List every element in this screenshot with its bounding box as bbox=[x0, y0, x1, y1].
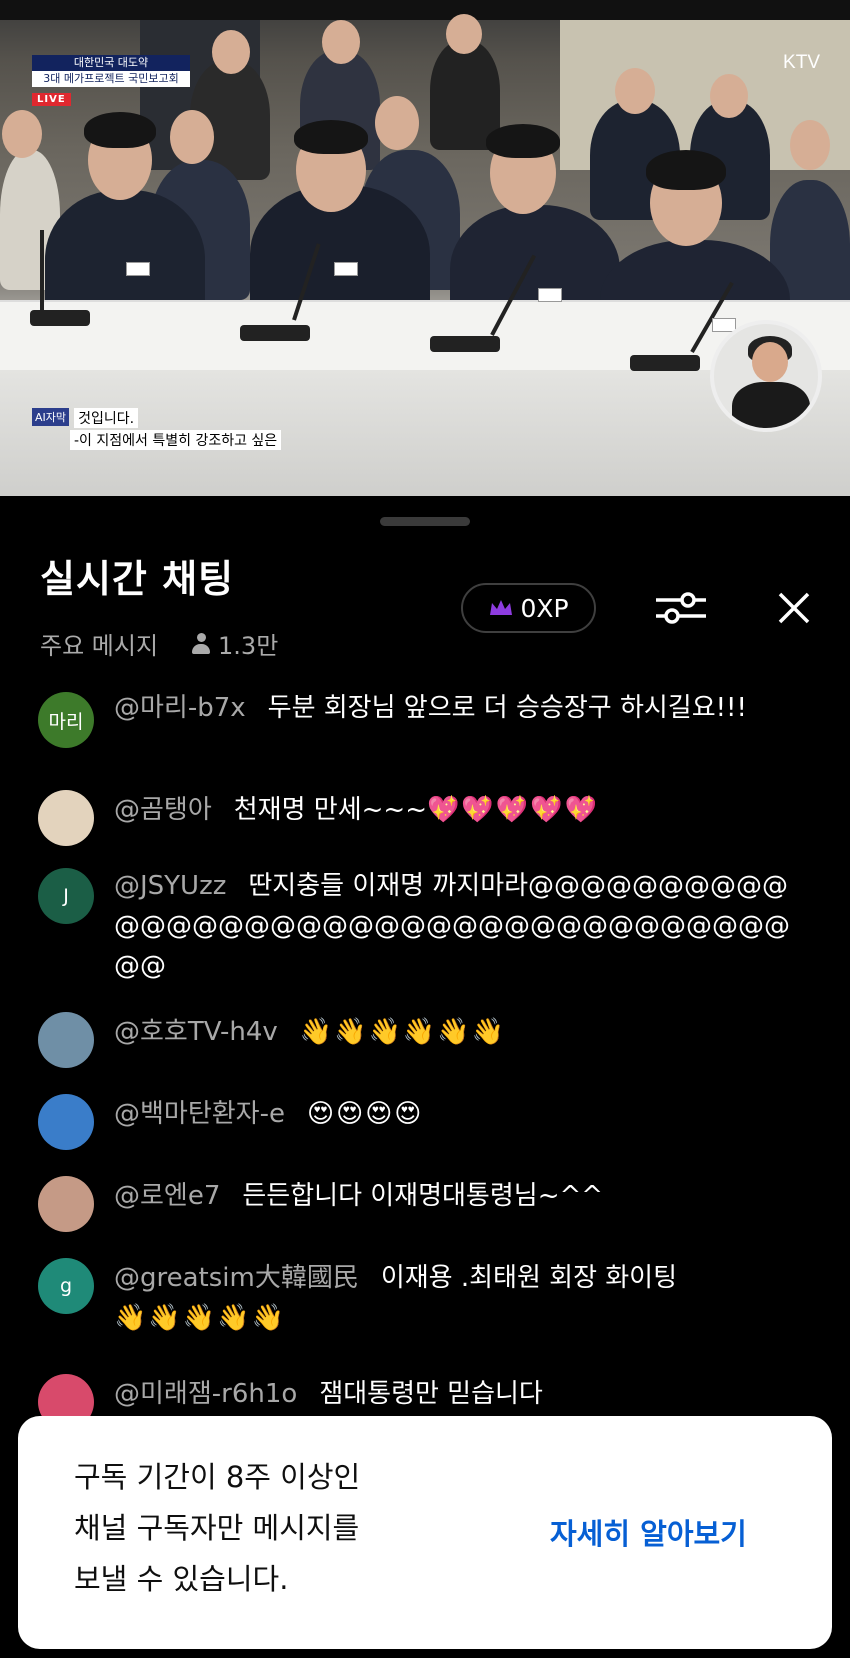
message-text: 천재명 만세~~~ bbox=[233, 795, 427, 825]
ai-caption-line1: 것입니다. bbox=[74, 408, 139, 428]
person-second-row-head bbox=[790, 120, 830, 170]
interpreter-head bbox=[752, 342, 788, 382]
viewer-count: 1.3만 bbox=[192, 626, 278, 661]
message-emojis: 😍😍😍😍 bbox=[306, 1099, 424, 1129]
notice-text: 구독 기간이 8주 이상인 채널 구독자만 메시지를 보낼 수 있습니다. bbox=[74, 1452, 360, 1605]
microphone-base bbox=[240, 325, 310, 341]
message-author[interactable]: @백마탄환자-e bbox=[114, 1099, 285, 1129]
avatar[interactable]: g bbox=[38, 1258, 94, 1314]
person-front-1-hair bbox=[84, 112, 156, 148]
person-second-row-head bbox=[375, 96, 419, 150]
interpreter-body bbox=[732, 382, 810, 428]
notice-line2: 채널 구독자만 메시지를 bbox=[74, 1511, 360, 1545]
status-strip bbox=[0, 0, 850, 20]
message-author[interactable]: @greatsim大韓國民 bbox=[114, 1263, 359, 1293]
message-body: @greatsim大韓國民 이재용 .최태원 회장 화이팅 👋👋👋👋👋 bbox=[114, 1258, 790, 1338]
avatar-initials: J bbox=[63, 885, 69, 907]
message-text: 잼대통령만 믿습니다 bbox=[319, 1379, 543, 1409]
message-emojis: 👋👋👋👋👋 bbox=[114, 1303, 286, 1333]
message-body: @로엔e7 든든합니다 이재명대통령님~^^ bbox=[114, 1176, 790, 1216]
nameplate bbox=[126, 262, 150, 276]
avatar[interactable]: J bbox=[38, 868, 94, 924]
message-author[interactable]: @JSYUzz bbox=[114, 871, 226, 901]
avatar-initials: 마리 bbox=[48, 710, 84, 733]
person-icon bbox=[192, 632, 211, 655]
message-body: @호호TV-h4v 👋👋👋👋👋👋 bbox=[114, 1012, 790, 1052]
message-author[interactable]: @로엔e7 bbox=[114, 1181, 220, 1211]
person-back-head bbox=[710, 74, 748, 118]
subscriber-only-notice: 구독 기간이 8주 이상인 채널 구독자만 메시지를 보낼 수 있습니다. 자세… bbox=[18, 1416, 832, 1649]
nameplate bbox=[334, 262, 358, 276]
ai-caption-tag: AI자막 bbox=[32, 408, 70, 426]
microphone-base bbox=[30, 310, 90, 326]
xp-label: 0XP bbox=[520, 593, 569, 623]
person-second-row-head bbox=[170, 110, 214, 164]
person-left-head bbox=[2, 110, 42, 158]
person-back-head bbox=[446, 14, 482, 54]
broadcast-title-box: 대한민국 대도약 3대 메가프로젝트 국민보고회 LIVE bbox=[32, 55, 190, 106]
video-player[interactable]: 대한민국 대도약 3대 메가프로젝트 국민보고회 LIVE KTV AI자막 것… bbox=[0, 0, 850, 496]
message-text: 이재용 .최태원 회장 화이팅 bbox=[380, 1263, 678, 1293]
message-author[interactable]: @곰탱아 bbox=[114, 795, 212, 825]
person-back-head bbox=[212, 30, 250, 74]
close-icon[interactable] bbox=[776, 590, 812, 626]
nameplate bbox=[538, 288, 562, 302]
learn-more-link[interactable]: 자세히 알아보기 bbox=[550, 1511, 747, 1553]
channel-logo: KTV bbox=[783, 52, 820, 73]
microphone-base bbox=[630, 355, 700, 371]
xp-button[interactable]: 0XP bbox=[461, 583, 596, 633]
person-front-4-hair bbox=[646, 150, 726, 190]
ai-caption: AI자막 것입니다. -이 지점에서 특별히 강조하고 싶은 bbox=[32, 408, 282, 450]
message-emojis: 👋👋👋👋👋👋 bbox=[299, 1017, 507, 1047]
crown-icon bbox=[490, 600, 513, 615]
message-text: 두분 회장님 앞으로 더 승승장구 하시길요!!! bbox=[267, 693, 747, 723]
broadcast-title-line2: 3대 메가프로젝트 국민보고회 bbox=[32, 71, 190, 87]
message-body: @미래잼-r6h1o 잼대통령만 믿습니다 bbox=[114, 1374, 790, 1414]
person-front-3-hair bbox=[486, 124, 560, 158]
message-body: @JSYUzz 딴지충들 이재명 까지마라@@@@@@@@@@@@@@@@@@@@… bbox=[114, 866, 790, 986]
sliders-icon[interactable] bbox=[654, 588, 708, 628]
sign-language-interpreter bbox=[710, 320, 822, 432]
chat-mode-selector[interactable]: 주요 메시지 bbox=[40, 626, 158, 661]
message-text: 든든합니다 이재명대통령님~^^ bbox=[242, 1181, 604, 1211]
chat-mode-row: 주요 메시지 1.3만 bbox=[40, 626, 278, 661]
avatar[interactable] bbox=[38, 1176, 94, 1232]
message-author[interactable]: @미래잼-r6h1o bbox=[114, 1379, 297, 1409]
microphone bbox=[40, 230, 44, 310]
person-front-2-hair bbox=[294, 120, 368, 154]
message-emojis: 💖💖💖💖💖 bbox=[427, 795, 599, 825]
avatar[interactable] bbox=[38, 1094, 94, 1150]
notice-line1: 구독 기간이 8주 이상인 bbox=[74, 1460, 361, 1494]
viewer-count-value: 1.3만 bbox=[218, 632, 279, 660]
notice-line3: 보낼 수 있습니다. bbox=[74, 1562, 289, 1596]
avatar[interactable]: 마리 bbox=[38, 692, 94, 748]
avatar[interactable] bbox=[38, 1012, 94, 1068]
live-badge: LIVE bbox=[32, 93, 71, 106]
avatar-initials: g bbox=[59, 1275, 73, 1297]
person-back-head bbox=[322, 20, 360, 64]
message-body: @마리-b7x 두분 회장님 앞으로 더 승승장구 하시길요!!! bbox=[114, 688, 790, 728]
message-author[interactable]: @마리-b7x bbox=[114, 693, 246, 723]
avatar[interactable] bbox=[38, 790, 94, 846]
person-back-head bbox=[615, 68, 655, 114]
message-body: @곰탱아 천재명 만세~~~💖💖💖💖💖 bbox=[114, 790, 790, 830]
message-author[interactable]: @호호TV-h4v bbox=[114, 1017, 278, 1047]
chat-title: 실시간 채팅 bbox=[40, 557, 235, 601]
message-body: @백마탄환자-e 😍😍😍😍 bbox=[114, 1094, 790, 1134]
drag-handle[interactable] bbox=[380, 517, 470, 526]
broadcast-title-line1: 대한민국 대도약 bbox=[32, 55, 190, 71]
microphone-base bbox=[430, 336, 500, 352]
ai-caption-line2: -이 지점에서 특별히 강조하고 싶은 bbox=[70, 430, 282, 450]
